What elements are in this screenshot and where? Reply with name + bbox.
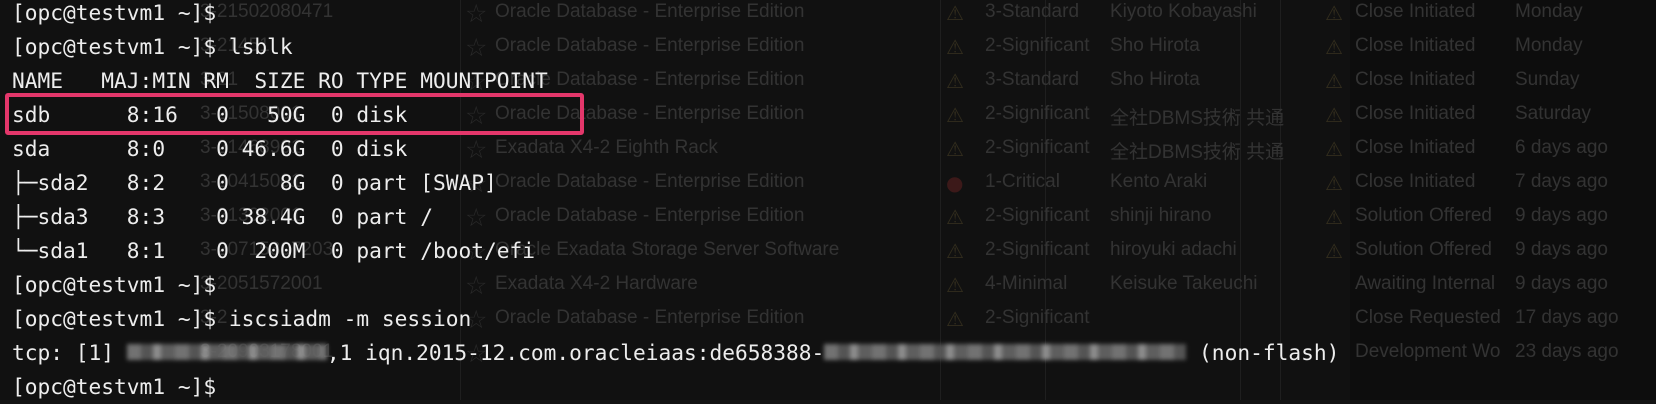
session-prefix: tcp: [1] [12,340,127,365]
terminal-prompt[interactable]: [opc@testvm1 ~]$ [12,370,216,404]
terminal-window[interactable]: [opc@testvm1 ~]$ [opc@testvm1 ~]$ lsblk … [0,0,1656,400]
lsblk-row-sda: sda 8:0 0 46.6G 0 disk [12,136,408,161]
terminal-line: [opc@testvm1 ~]$ lsblk [12,34,293,59]
iscsi-session-line: tcp: [1] ,1 iqn.2015-12.com.oracleiaas:d… [12,336,1339,370]
lsblk-row-sda2: ├─sda2 8:2 0 8G 0 part [SWAP] [12,170,497,195]
redacted-ip [126,344,327,360]
terminal-line: [opc@testvm1 ~]$ [12,272,217,297]
terminal-line: [opc@testvm1 ~]$ iscsiadm -m session [12,306,472,331]
prompt-text: [opc@testvm1 ~]$ [12,374,217,399]
session-iqn: ,1 iqn.2015-12.com.oracleiaas:de658388- [326,340,825,365]
session-suffix: (non-flash) [1186,340,1340,365]
terminal-line: [opc@testvm1 ~]$ [12,0,217,25]
redacted-iqn [824,344,1187,360]
lsblk-row-sda1: └─sda1 8:1 0 200M 0 part /boot/efi [12,238,535,263]
lsblk-row-sda3: ├─sda3 8:3 0 38.4G 0 part / [12,204,433,229]
highlight-box-sdb [5,93,584,135]
